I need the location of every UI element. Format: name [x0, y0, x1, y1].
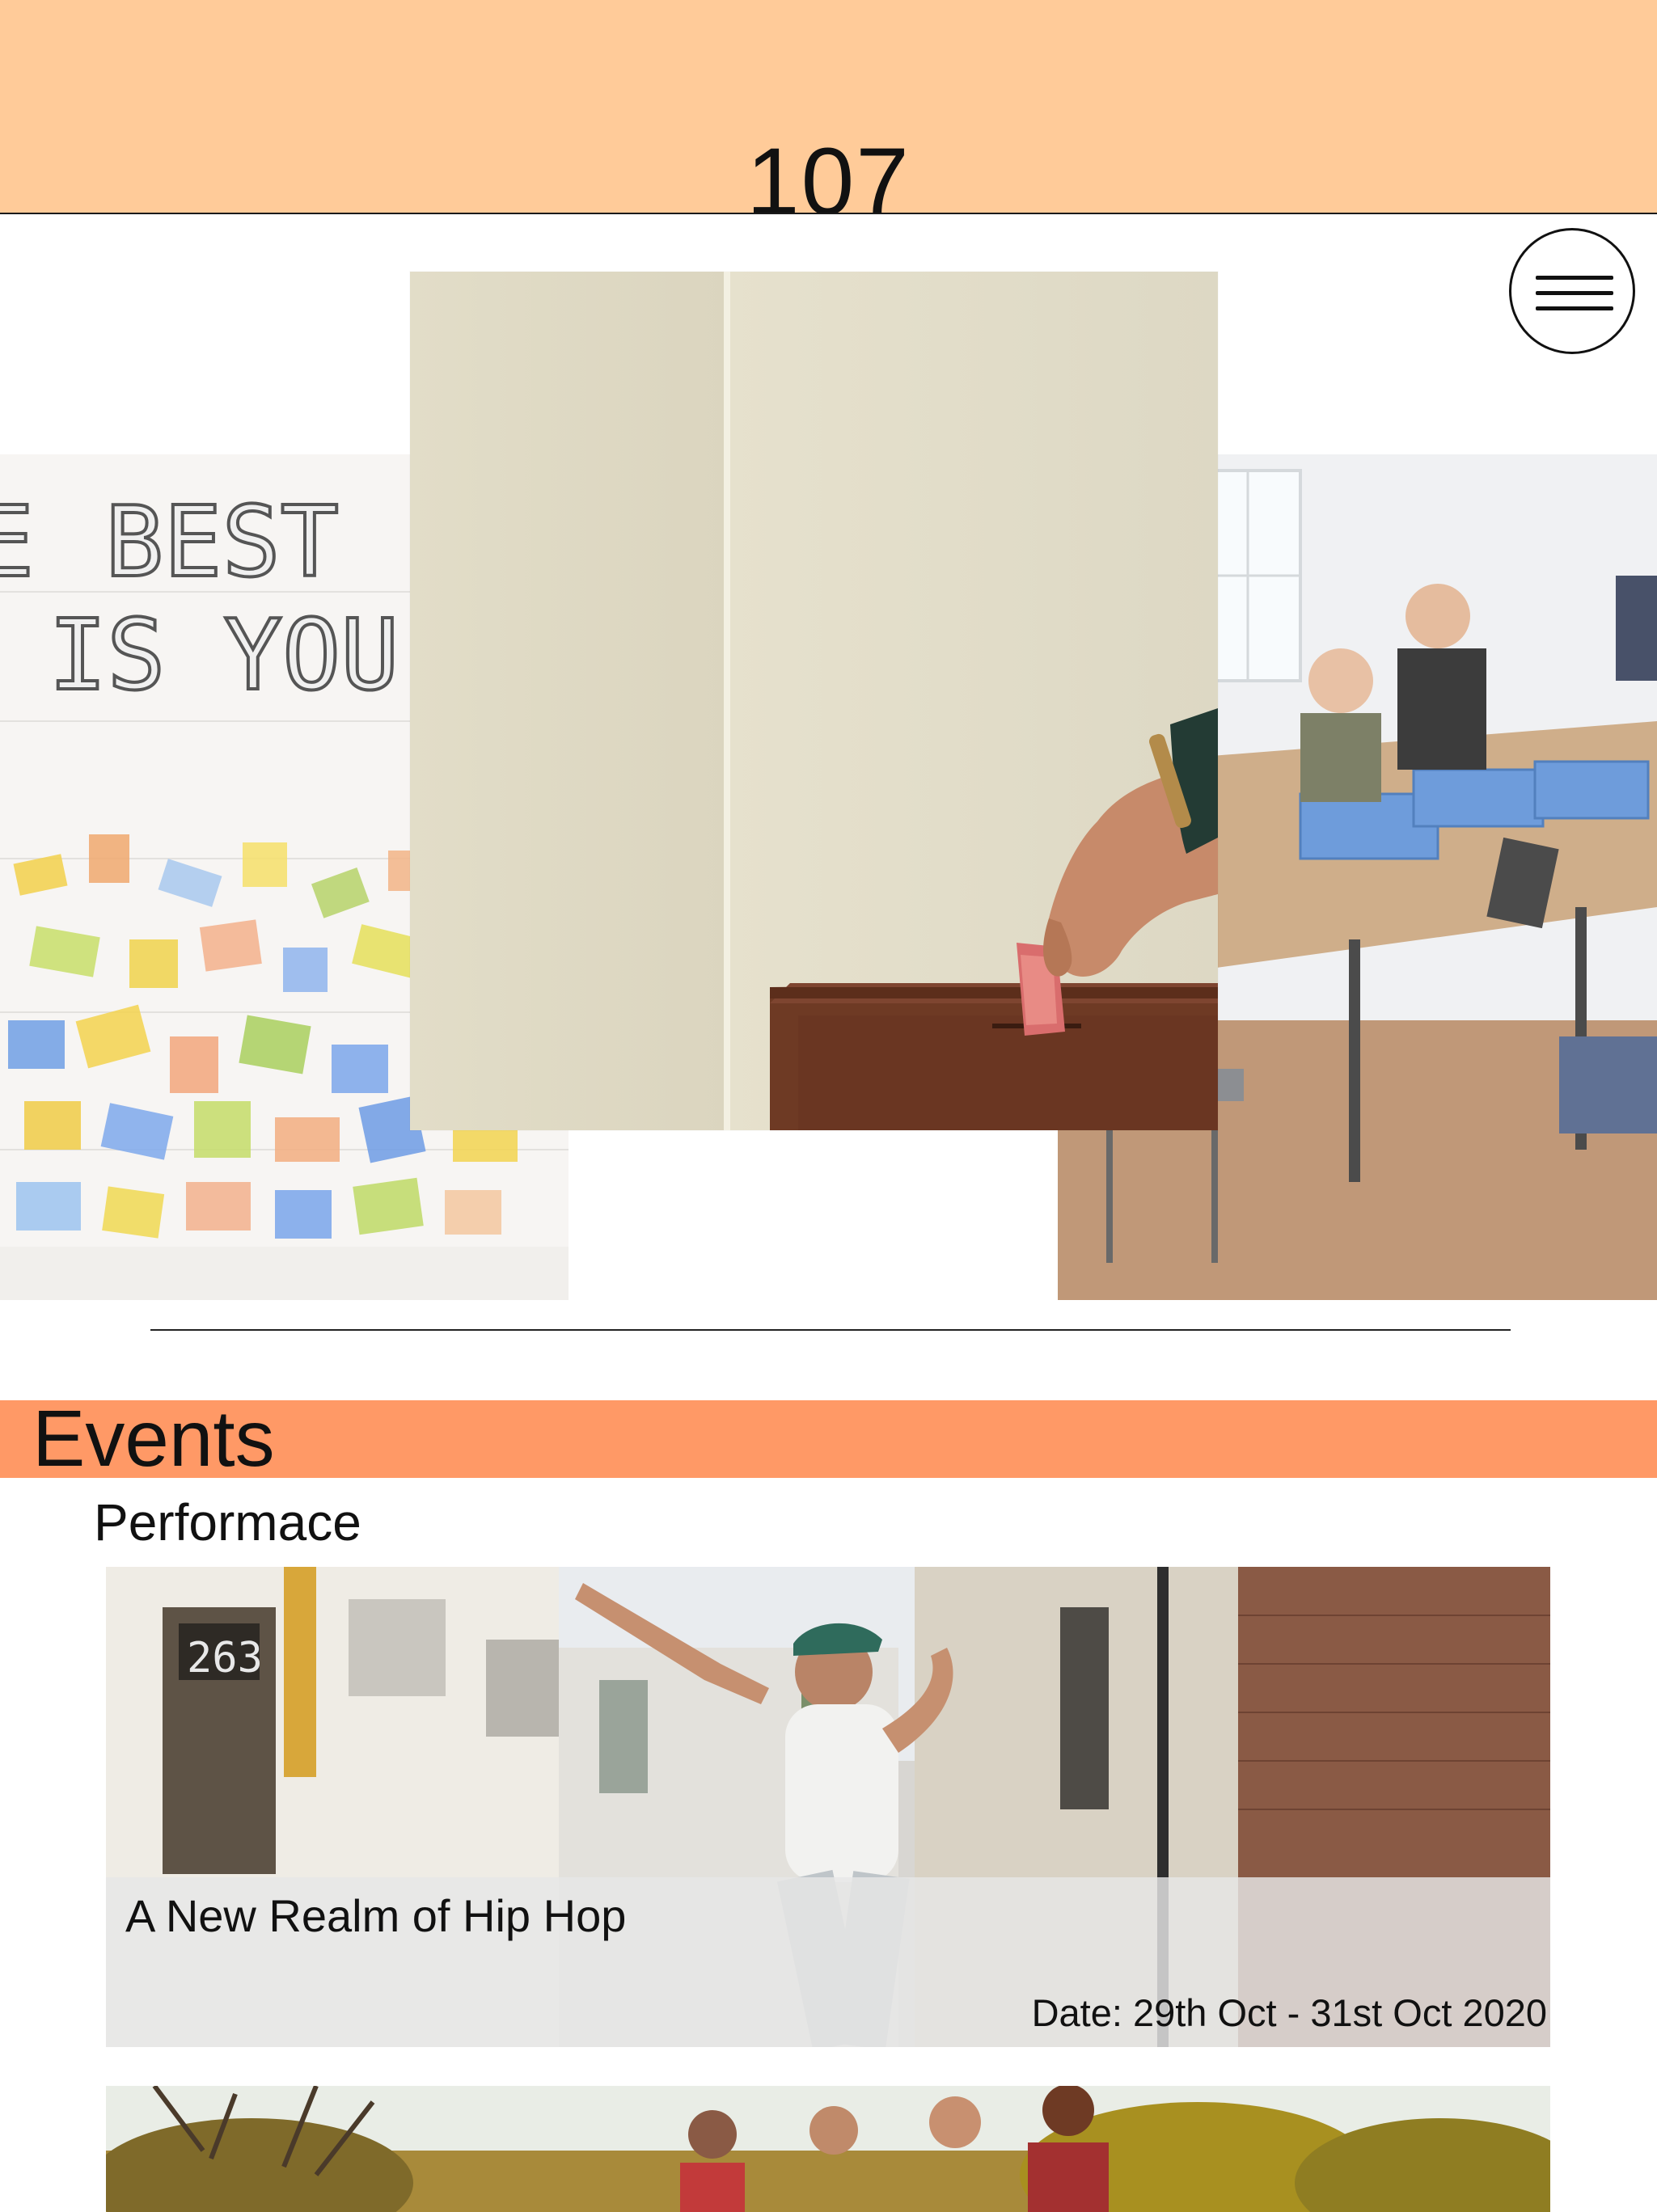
hamburger-icon-line — [1536, 306, 1613, 310]
menu-button[interactable] — [1509, 228, 1635, 354]
mural-text-is-you: IS YOU! — [49, 600, 458, 712]
outdoor-dance-photo — [106, 2086, 1550, 2212]
event-category-label: Performace — [94, 1493, 361, 1551]
svg-text:263: 263 — [187, 1634, 263, 1682]
hamburger-icon-line — [1536, 291, 1613, 295]
site-logo[interactable]: 107 — [0, 129, 1657, 213]
event-card[interactable] — [106, 2086, 1550, 2212]
event-title[interactable]: A New Realm of Hip Hop — [125, 1884, 626, 1948]
hero-divider — [150, 1329, 1511, 1331]
donation-photo[interactable] — [410, 272, 1218, 1130]
site-header: 107 — [0, 0, 1657, 214]
event-card[interactable]: 263 A New Realm of Hip Hop Date: 29th Oc… — [106, 1567, 1550, 2047]
events-title-container: Events — [0, 1400, 1657, 1478]
hamburger-icon — [1536, 276, 1613, 280]
mural-text-e: E — [0, 487, 34, 599]
event-date: Date: 29th Oct - 31st Oct 2020 — [1031, 1991, 1547, 2034]
mural-text-best: BEST — [105, 487, 339, 599]
events-section-title: Events — [32, 1400, 275, 1478]
